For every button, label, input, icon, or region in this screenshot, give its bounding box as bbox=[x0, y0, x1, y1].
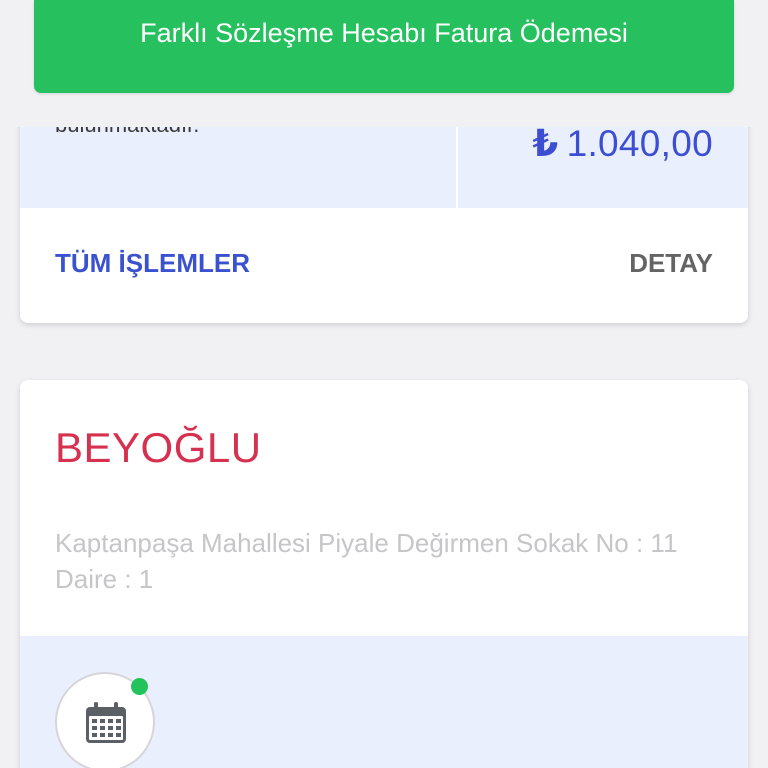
address-card-footer bbox=[20, 636, 748, 768]
amount-value: 1.040,00 bbox=[566, 123, 713, 164]
currency-symbol: ₺ bbox=[532, 123, 559, 164]
status-dot bbox=[131, 678, 148, 695]
address-card: BEYOĞLU Kaptanpaşa Mahallesi Piyale Deği… bbox=[20, 380, 748, 768]
bill-payment-banner[interactable]: Farklı Sözleşme Hesabı Fatura Ödemesi bbox=[34, 0, 734, 93]
card-actions: TÜM İŞLEMLER DETAY bbox=[20, 208, 748, 323]
all-transactions-link[interactable]: TÜM İŞLEMLER bbox=[55, 248, 250, 279]
balance-amount: ₺ 1.040,00 bbox=[533, 122, 713, 165]
screen: bulunmaktadır. ₺1.040,00 TÜM İŞLEMLER DE… bbox=[0, 0, 768, 768]
district-title: BEYOĞLU bbox=[55, 424, 262, 471]
address-text: Kaptanpaşa Mahallesi Piyale Değirmen Sok… bbox=[55, 528, 678, 594]
detail-link[interactable]: DETAY bbox=[629, 248, 713, 279]
calendar-icon bbox=[86, 702, 126, 743]
banner-title: Farklı Sözleşme Hesabı Fatura Ödemesi bbox=[140, 18, 628, 48]
